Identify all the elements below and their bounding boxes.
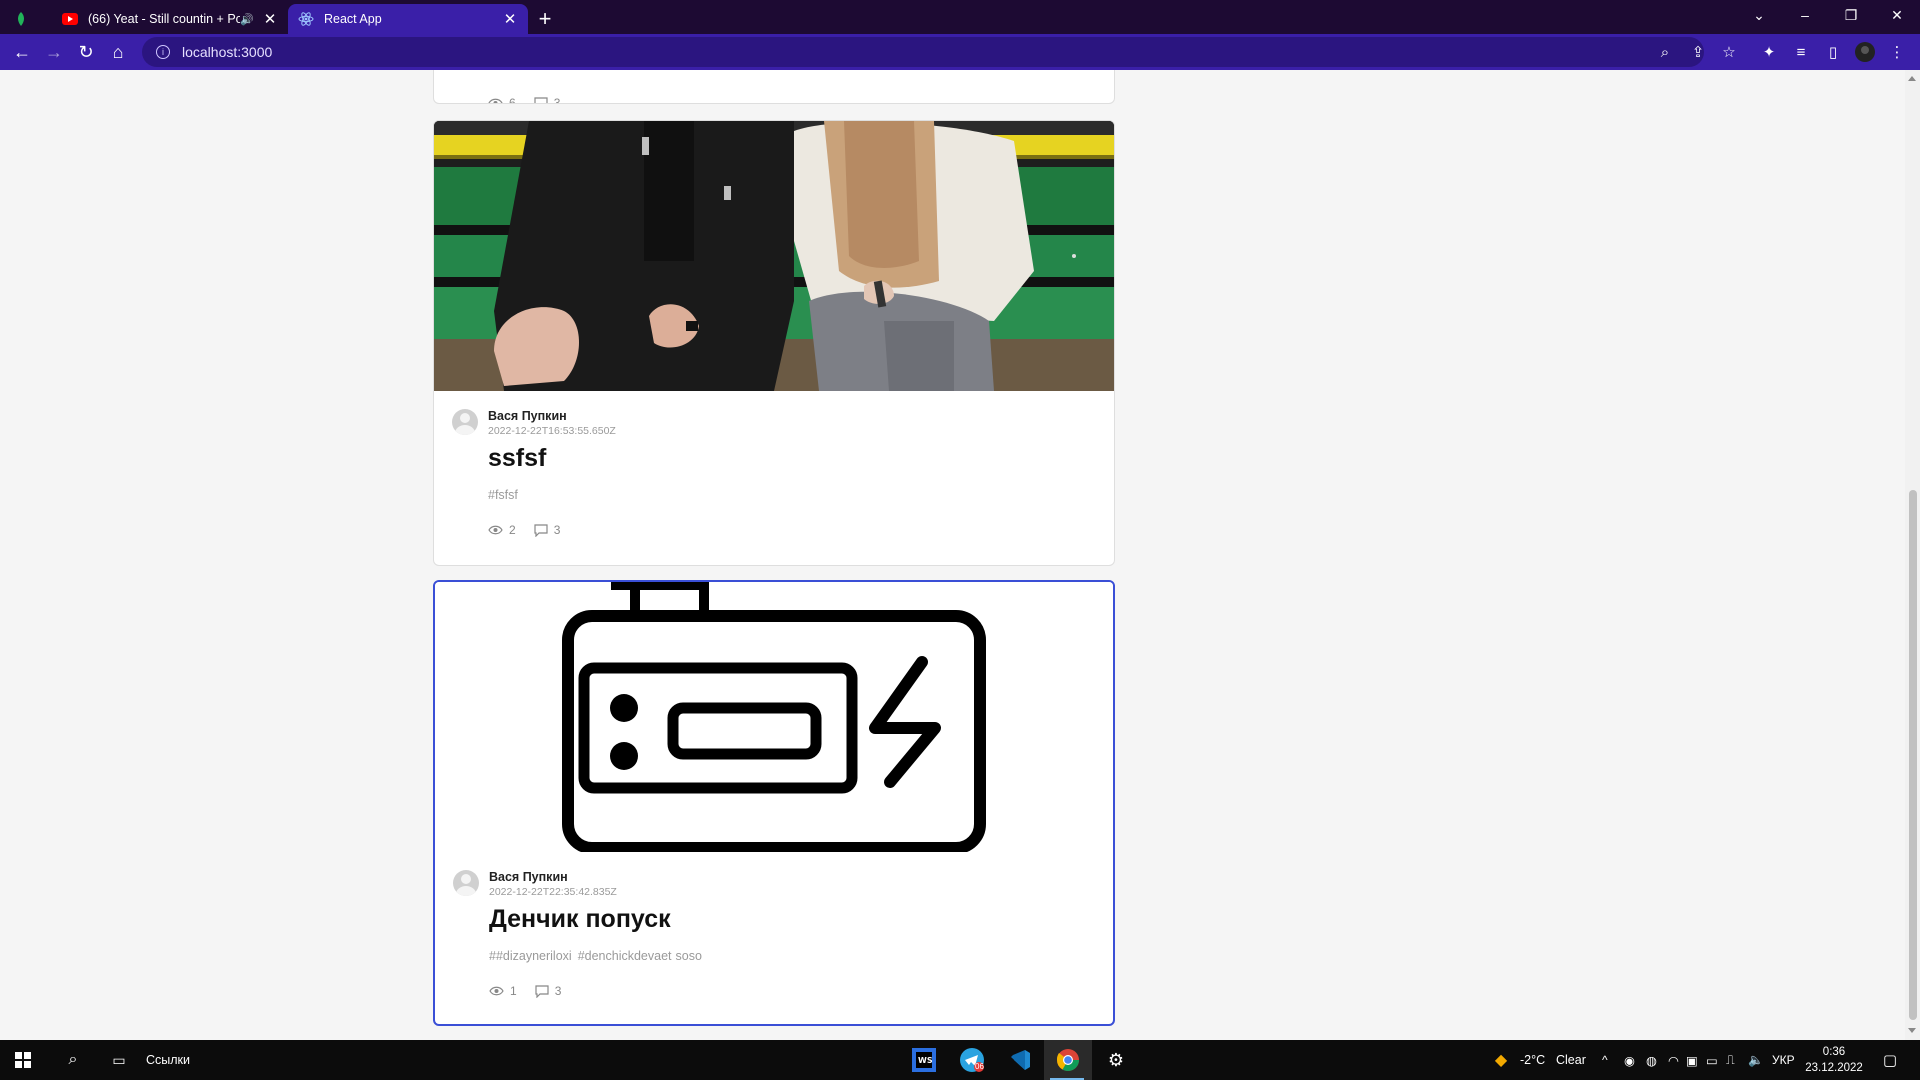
comment-icon [534, 523, 548, 537]
views-stat: 6 [488, 96, 516, 103]
close-tab-icon[interactable]: ✕ [262, 11, 278, 28]
search-icon[interactable]: ⌕ [50, 1040, 96, 1080]
minimize-button[interactable]: – [1782, 0, 1828, 30]
post-card-selected[interactable]: Вася Пупкин 2022-12-22T22:35:42.835Z Ден… [433, 580, 1115, 1026]
webstorm-icon[interactable]: WS [900, 1040, 948, 1080]
post-image[interactable] [434, 121, 1114, 391]
network-icon[interactable]: ⎍ [1726, 1040, 1735, 1080]
views-stat: 1 [489, 984, 517, 998]
avatar[interactable] [452, 409, 478, 435]
media-control-icon[interactable]: ≡ [1786, 37, 1816, 67]
author-name[interactable]: Вася Пупкин [489, 870, 1095, 885]
views-stat: 2 [488, 523, 516, 537]
post-title[interactable]: Денчик попуск [489, 903, 1095, 935]
scroll-up-arrow-icon[interactable] [1908, 76, 1916, 81]
weather-desc[interactable]: Clear [1556, 1040, 1586, 1080]
page-scrollbar[interactable] [1905, 70, 1920, 1040]
youtube-icon [62, 11, 78, 27]
comments-stat: 3 [534, 523, 560, 537]
clock-date: 23.12.2022 [1805, 1062, 1863, 1074]
back-arrow-icon[interactable]: ← [6, 36, 38, 68]
post-title[interactable]: ssfsf [488, 442, 1096, 474]
windows-taskbar: ⌕ ▭ Ссылки WS 06 ⚙ ◆ -2°C Clear ^ ◉ ◍ ◠ … [0, 1040, 1920, 1080]
url-text: localhost:3000 [182, 44, 273, 60]
home-icon[interactable]: ⌂ [102, 36, 134, 68]
tab-search-icon[interactable]: ⌄ [1736, 0, 1782, 30]
post-card[interactable]: Вася Пупкин 2022-12-22T16:53:55.650Z ssf… [433, 120, 1115, 566]
eye-icon [488, 98, 503, 103]
telegram-badge: 06 [975, 1062, 984, 1071]
taskbar-links-label[interactable]: Ссылки [146, 1040, 190, 1080]
restore-button[interactable]: ❐ [1828, 0, 1874, 30]
tag[interactable]: ##dizayneriloxi [489, 949, 572, 963]
tab-youtube[interactable]: (66) Yeat - Still countin + Pop 🔊 ✕ [52, 4, 288, 34]
task-view-icon[interactable]: ▭ [96, 1040, 142, 1080]
chrome-icon[interactable] [1044, 1040, 1092, 1080]
share-icon[interactable]: ⇪ [1683, 37, 1713, 67]
tag[interactable]: #fsfsf [488, 488, 518, 502]
comment-icon [534, 96, 548, 103]
tag[interactable]: soso [676, 949, 702, 963]
clock-time: 0:36 [1822, 1046, 1846, 1058]
profile-avatar[interactable] [1850, 37, 1880, 67]
settings-gear-icon[interactable]: ⚙ [1092, 1040, 1140, 1080]
clock[interactable]: 0:36 23.12.2022 [1805, 1040, 1863, 1080]
side-panel-icon[interactable]: ▯ [1818, 37, 1848, 67]
tab-title: (66) Yeat - Still countin + Pop [88, 12, 241, 26]
close-tab-icon[interactable]: ✕ [502, 11, 518, 28]
telegram-icon[interactable]: 06 [948, 1040, 996, 1080]
tab-pinned[interactable] [0, 4, 52, 34]
avatar[interactable] [453, 870, 479, 896]
author-name[interactable]: Вася Пупкин [488, 409, 1096, 424]
battery-tray-icon[interactable]: ▭ [1706, 1040, 1718, 1080]
eye-icon [488, 525, 503, 535]
language-indicator[interactable]: УКР [1772, 1040, 1795, 1080]
address-bar[interactable]: i localhost:3000 [142, 37, 1704, 67]
info-icon[interactable]: i [156, 45, 170, 59]
bookmark-star-icon[interactable]: ☆ [1714, 37, 1744, 67]
tag[interactable]: #denchickdevaet [578, 949, 672, 963]
post-tags: ##dizayneriloxi #denchickdevaet soso [489, 949, 1095, 963]
tab-strip: (66) Yeat - Still countin + Pop 🔊 ✕ Reac… [0, 0, 1920, 34]
forward-arrow-icon[interactable]: → [38, 36, 70, 68]
reload-icon[interactable]: ↻ [70, 36, 102, 68]
post-date: 2022-12-22T22:35:42.835Z [489, 886, 617, 898]
comments-stat: 3 [534, 96, 560, 103]
scroll-down-arrow-icon[interactable] [1908, 1028, 1916, 1033]
menu-kebab-icon[interactable]: ⋮ [1882, 37, 1912, 67]
tab-react-app[interactable]: React App ✕ [288, 4, 528, 34]
battery-charger-icon[interactable] [435, 582, 1113, 852]
zoom-icon[interactable]: ⌕ [1650, 37, 1680, 67]
new-tab-button[interactable]: + [528, 4, 562, 34]
volume-icon[interactable]: 🔈 [1748, 1040, 1764, 1080]
post-date: 2022-12-22T16:53:55.650Z [488, 425, 616, 437]
browser-toolbar: ← → ↻ ⌂ i localhost:3000 ⌕ ⇪ ☆ ✦ ≡ ▯ ⋮ [0, 34, 1920, 70]
weather-icon[interactable]: ◆ [1490, 1040, 1512, 1080]
close-window-button[interactable]: ✕ [1874, 0, 1920, 30]
svg-text:WS: WS [918, 1056, 933, 1065]
speaker-icon[interactable]: 🔊 [240, 13, 254, 26]
eye-icon [489, 986, 504, 996]
comments-stat: 3 [535, 984, 561, 998]
wifi-tray-icon[interactable]: ◠ [1668, 1040, 1679, 1080]
comment-icon [535, 984, 549, 998]
tab-title: React App [324, 12, 382, 26]
scrollbar-thumb[interactable] [1909, 490, 1917, 1020]
windows-start-icon[interactable] [0, 1040, 46, 1080]
react-icon [298, 11, 314, 27]
notifications-icon[interactable]: ▢ [1872, 1040, 1908, 1080]
post-tags: #fsfsf [488, 488, 1096, 502]
steam-icon[interactable]: ◍ [1646, 1040, 1657, 1080]
vscode-icon[interactable] [996, 1040, 1044, 1080]
extensions-icon[interactable]: ✦ [1754, 37, 1784, 67]
show-hidden-icons-icon[interactable]: ^ [1602, 1040, 1608, 1080]
post-card[interactable]: 6 3 [433, 70, 1115, 104]
chrome-tray-icon[interactable]: ◉ [1624, 1040, 1635, 1080]
screen-capture-icon[interactable]: ▣ [1686, 1040, 1698, 1080]
weather-temp[interactable]: -2°C [1520, 1040, 1545, 1080]
leaf-icon [13, 11, 29, 27]
page-content: 6 3 Вася Пупкин 2022-12-22T16:53:55.650Z… [0, 70, 1905, 1040]
